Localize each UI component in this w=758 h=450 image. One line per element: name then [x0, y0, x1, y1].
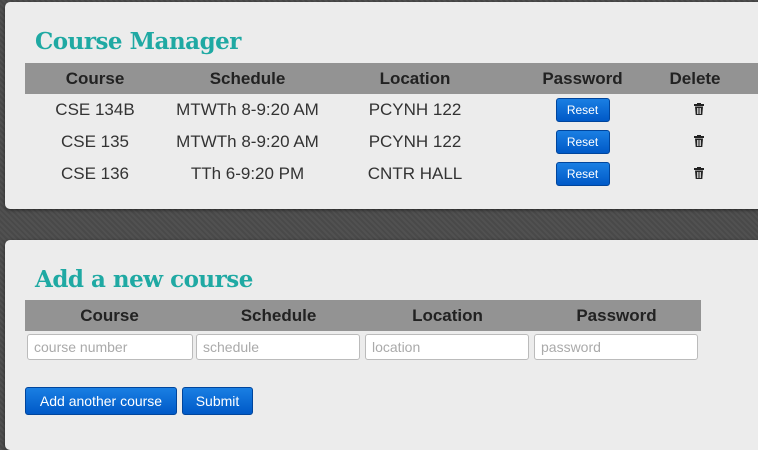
header-delete: Delete: [669, 68, 721, 88]
trash-icon[interactable]: [694, 103, 704, 115]
header-password: Password: [542, 68, 623, 88]
password-input[interactable]: [534, 334, 698, 360]
add-course-panel: Add a new course Course Schedule Locatio…: [5, 240, 758, 450]
table-row: CSE 135 MTWTh 8-9:20 AM PCYNH 122 Reset: [25, 126, 758, 158]
course-manager-panel: Course Manager Course Schedule Location …: [5, 2, 758, 209]
location-cell: PCYNH 122: [368, 100, 462, 119]
course-cell: CSE 135: [60, 132, 130, 151]
schedule-input[interactable]: [196, 334, 360, 360]
header-course: Course: [80, 305, 139, 325]
table-row: CSE 136 TTh 6-9:20 PM CNTR HALL Reset: [25, 158, 758, 190]
reset-password-button[interactable]: Reset: [555, 130, 610, 154]
schedule-cell: MTWTh 8-9:20 AM: [176, 132, 319, 151]
add-course-header: Course Schedule Location Password: [25, 300, 701, 331]
schedule-cell: TTh 6-9:20 PM: [190, 164, 305, 183]
course-cell: CSE 134B: [55, 100, 135, 119]
location-cell: PCYNH 122: [368, 132, 462, 151]
submit-button[interactable]: Submit: [182, 387, 253, 415]
table-row: CSE 134B MTWTh 8-9:20 AM PCYNH 122 Reset: [25, 94, 758, 126]
add-another-course-button[interactable]: Add another course: [25, 387, 177, 415]
trash-icon[interactable]: [694, 135, 704, 147]
location-input[interactable]: [365, 334, 529, 360]
reset-password-button[interactable]: Reset: [555, 98, 610, 122]
trash-icon[interactable]: [694, 167, 704, 179]
header-course: Course: [65, 68, 125, 88]
course-cell: CSE 136: [60, 164, 130, 183]
course-manager-title: Course Manager: [35, 28, 241, 55]
header-password: Password: [576, 305, 657, 325]
reset-password-button[interactable]: Reset: [555, 162, 610, 186]
header-location: Location: [412, 305, 483, 325]
location-cell: CNTR HALL: [367, 164, 463, 183]
header-schedule: Schedule: [240, 305, 317, 325]
header-location: Location: [379, 68, 451, 88]
course-table-header: Course Schedule Location Password Delete: [25, 63, 758, 94]
header-schedule: Schedule: [209, 68, 286, 88]
course-number-input[interactable]: [27, 334, 193, 360]
schedule-cell: MTWTh 8-9:20 AM: [176, 100, 319, 119]
add-course-title: Add a new course: [35, 266, 253, 293]
